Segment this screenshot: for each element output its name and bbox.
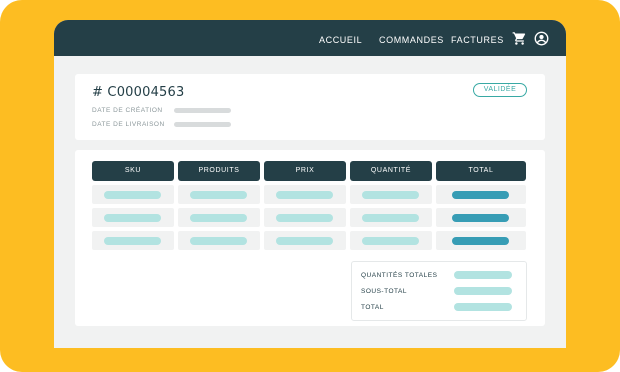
nav-link-factures[interactable]: FACTURES xyxy=(451,35,504,45)
yellow-frame: ACCUEIL COMMANDES FACTURES # C00004563 V… xyxy=(0,0,620,372)
placeholder-bar xyxy=(104,214,161,222)
placeholder-bar xyxy=(276,237,333,245)
placeholder-bar xyxy=(452,214,509,222)
table-cell xyxy=(350,231,432,250)
table-cell xyxy=(264,231,346,250)
table-cell xyxy=(92,231,174,250)
table-cell xyxy=(178,231,260,250)
table-cell xyxy=(92,185,174,204)
placeholder-bar xyxy=(362,191,419,199)
order-number: # C00004563 xyxy=(92,85,185,100)
totals-summary: QUANTITÉS TOTALES SOUS-TOTAL TOTAL xyxy=(351,261,527,321)
placeholder-bar xyxy=(362,214,419,222)
placeholder-bar xyxy=(452,237,509,245)
table-cell xyxy=(436,208,526,227)
top-navbar: ACCUEIL COMMANDES FACTURES xyxy=(54,20,566,56)
table-cell xyxy=(92,208,174,227)
placeholder-bar xyxy=(362,237,419,245)
delivery-date-label: DATE DE LIVRAISON xyxy=(92,121,165,128)
table-cell xyxy=(178,185,260,204)
placeholder-bar xyxy=(104,191,161,199)
table-cell xyxy=(264,208,346,227)
creation-date-label: DATE DE CRÉATION xyxy=(92,107,163,114)
status-badge: VALIDÉE xyxy=(473,83,527,97)
placeholder-bar xyxy=(190,191,247,199)
total-label: TOTAL xyxy=(361,304,384,311)
delivery-date-value-placeholder xyxy=(174,122,231,127)
placeholder-bar xyxy=(104,237,161,245)
table-cell xyxy=(178,208,260,227)
creation-date-value-placeholder xyxy=(174,108,231,113)
placeholder-bar xyxy=(454,303,512,311)
order-header-card: # C00004563 VALIDÉE DATE DE CRÉATION DAT… xyxy=(75,74,545,140)
user-circle-icon[interactable] xyxy=(534,31,549,46)
cart-icon[interactable] xyxy=(512,31,527,46)
placeholder-bar xyxy=(454,287,512,295)
table-cell xyxy=(350,208,432,227)
table-cell xyxy=(436,231,526,250)
column-header-prix[interactable]: PRIX xyxy=(264,161,346,181)
table-cell xyxy=(264,185,346,204)
placeholder-bar xyxy=(452,191,509,199)
total-quantity-label: QUANTITÉS TOTALES xyxy=(361,272,438,279)
nav-link-commandes[interactable]: COMMANDES xyxy=(379,35,444,45)
table-cell xyxy=(350,185,432,204)
placeholder-bar xyxy=(190,237,247,245)
placeholder-bar xyxy=(454,271,512,279)
app-window: ACCUEIL COMMANDES FACTURES # C00004563 V… xyxy=(54,20,566,348)
subtotal-label: SOUS-TOTAL xyxy=(361,288,407,295)
table-cell xyxy=(436,185,526,204)
column-header-produits[interactable]: PRODUITS xyxy=(178,161,260,181)
placeholder-bar xyxy=(190,214,247,222)
placeholder-bar xyxy=(276,191,333,199)
column-header-total[interactable]: TOTAL xyxy=(436,161,526,181)
order-items-card: SKU PRODUITS PRIX QUANTITÉ TOTAL QUANTIT… xyxy=(75,150,545,326)
nav-link-accueil[interactable]: ACCUEIL xyxy=(319,35,362,45)
column-header-sku[interactable]: SKU xyxy=(92,161,174,181)
placeholder-bar xyxy=(276,214,333,222)
column-header-quantite[interactable]: QUANTITÉ xyxy=(350,161,432,181)
